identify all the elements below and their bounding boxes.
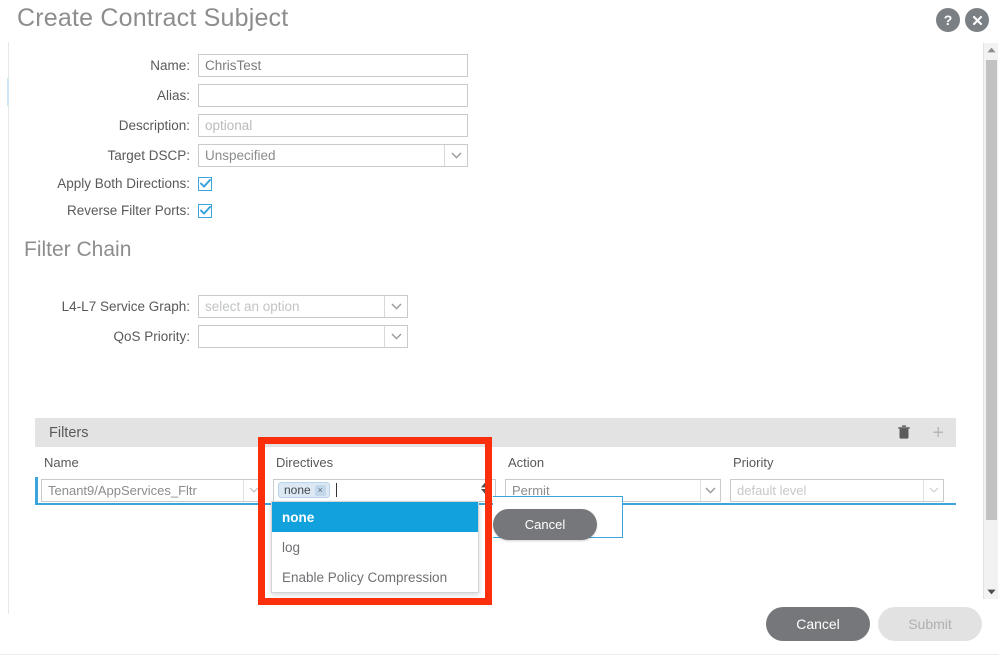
left-edge-accent [7,78,9,106]
scroll-up-arrow-icon[interactable] [984,43,999,57]
form-row-service-graph: L4-L7 Service Graph: select an option [40,295,410,318]
inline-cancel-button[interactable]: Cancel [493,509,597,540]
priority-value: default level [737,482,807,498]
directive-chip[interactable]: none × [278,482,330,498]
scrollbar-thumb[interactable] [986,60,997,520]
qos-priority-select[interactable] [198,325,408,348]
filters-panel-title: Filters [49,424,89,441]
column-header-name: Name [44,454,79,470]
vertical-scrollbar[interactable] [983,43,998,599]
apply-both-directions-checkbox[interactable] [198,176,212,191]
filters-panel: Filters + Name Directives Action Priorit… [35,418,956,505]
create-contract-subject-dialog: Create Contract Subject ? Name: Alias: D… [0,0,999,655]
directive-chip-label: none [284,483,311,497]
chevron-down-icon[interactable] [384,326,407,347]
service-graph-select[interactable]: select an option [198,295,408,318]
trash-icon[interactable] [898,425,911,440]
target-dscp-select[interactable]: Unspecified [198,144,468,167]
dropdown-option-enable-policy-compression[interactable]: Enable Policy Compression [272,562,478,592]
form-row-description: Description: [60,114,470,137]
form-row-alias: Alias: [60,84,470,107]
close-icon[interactable] [965,8,989,32]
cancel-button[interactable]: Cancel [766,607,870,641]
field-label-reverse-filter-ports: Reverse Filter Ports: [66,203,190,218]
description-input[interactable] [198,114,468,137]
field-label-apply-both-directions: Apply Both Directions: [57,176,190,191]
scroll-down-arrow-icon[interactable] [984,585,999,599]
target-dscp-value: Unspecified [205,148,276,163]
form-row-reverse-filter-ports: Reverse Filter Ports: [40,203,470,218]
field-label-name: Name: [150,58,190,73]
field-label-description: Description: [118,118,190,133]
filters-table-header: Name Directives Action Priority [35,447,956,477]
column-header-directives: Directives [276,454,334,470]
form-row-name: Name: [60,54,470,77]
filters-panel-header: Filters + [35,418,956,447]
field-label-target-dscp: Target DSCP: [107,148,190,163]
field-label-alias: Alias: [156,88,190,103]
cell-priority: default level [724,478,944,502]
text-cursor [335,483,337,497]
directives-spinner[interactable] [481,481,490,495]
page-title: Create Contract Subject [17,4,289,32]
cell-name: Tenant9/AppServices_Fltr [35,478,267,502]
field-label-service-graph: L4-L7 Service Graph: [61,299,190,314]
priority-select[interactable]: default level [730,478,944,502]
dropdown-option-log[interactable]: log [272,532,478,562]
chevron-down-icon[interactable] [444,145,467,166]
field-label-qos-priority: QoS Priority: [113,329,190,344]
chevron-down-icon[interactable] [243,479,263,501]
row-selection-accent [35,477,38,503]
filter-name-select[interactable]: Tenant9/AppServices_Fltr [41,478,264,502]
form-row-apply-both-directions: Apply Both Directions: [40,176,470,191]
dropdown-option-none[interactable]: none [272,502,478,532]
form-row-qos-priority: QoS Priority: [40,325,410,348]
alias-input[interactable] [198,84,468,107]
reverse-filter-ports-checkbox[interactable] [198,203,212,218]
filter-chain-heading: Filter Chain [24,238,132,261]
left-edge-divider [8,42,9,614]
help-icon[interactable]: ? [936,8,960,32]
column-header-action: Action [508,454,545,470]
submit-button: Submit [878,607,982,641]
directives-multiselect[interactable]: none × [273,478,496,502]
column-header-priority: Priority [733,454,774,470]
cell-directives: none × [267,478,499,502]
service-graph-value: select an option [205,299,300,314]
filter-name-value: Tenant9/AppServices_Fltr [48,482,197,498]
chevron-down-icon[interactable] [700,479,720,501]
form-row-target-dscp: Target DSCP: Unspecified [60,144,470,167]
name-input[interactable] [198,54,468,77]
directive-chip-remove-icon[interactable]: × [314,484,326,496]
directives-dropdown-list[interactable]: none log Enable Policy Compression [271,501,479,593]
chevron-down-icon[interactable] [923,479,943,501]
plus-icon[interactable]: + [932,423,944,443]
chevron-down-icon[interactable] [384,296,407,317]
